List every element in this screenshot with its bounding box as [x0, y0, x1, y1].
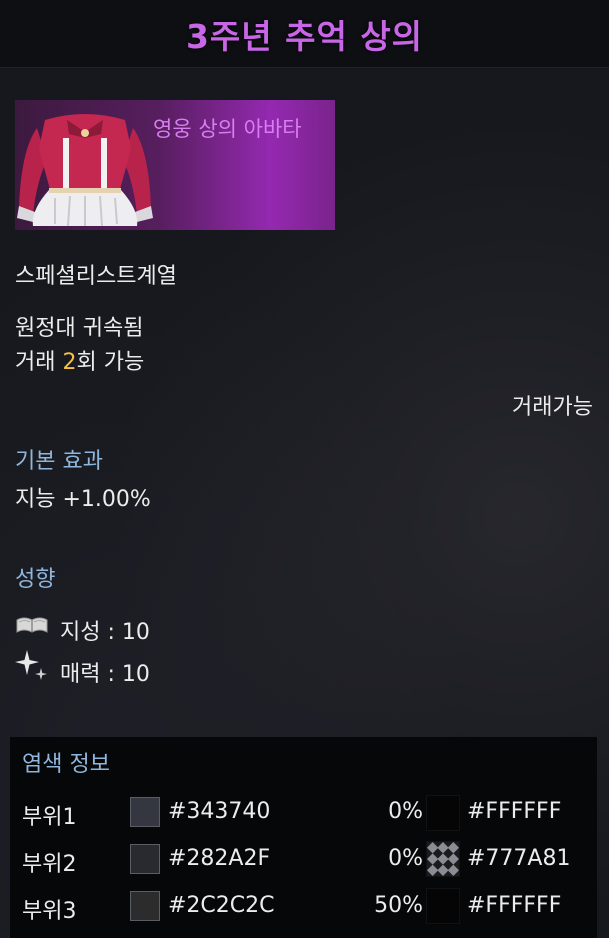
diamond-pattern-icon: [426, 841, 460, 877]
item-title: 3주년 추억 상의: [185, 16, 424, 56]
dye-pattern-swatch: [426, 795, 460, 831]
tendency-charm: 매력 : 10: [60, 662, 150, 687]
class-restriction: 스페셜리스트계열: [15, 264, 177, 289]
dye-percent: 0%: [388, 846, 423, 871]
base-effect-heading: 기본 효과: [15, 449, 103, 474]
trade-suffix: 회 가능: [76, 350, 145, 375]
base-effect-stat: 지능 +1.00%: [15, 487, 151, 512]
dye-pattern-hex: #FFFFFF: [467, 799, 562, 824]
dye-color-hex: #343740: [168, 799, 271, 824]
dye-part-label: 부위2: [22, 852, 77, 877]
tendency-heading: 성향: [15, 567, 56, 592]
dye-color-swatch: [130, 844, 160, 874]
bind-status: 원정대 귀속됨: [15, 316, 144, 341]
title-bar: 3주년 추억 상의: [0, 0, 609, 68]
tendency-intellect: 지성 : 10: [60, 620, 150, 645]
dye-color-swatch: [130, 891, 160, 921]
trade-count: 2: [62, 350, 77, 375]
item-grade-label: 영웅 상의 아바타: [153, 117, 302, 141]
dye-part-label: 부위1: [22, 805, 77, 830]
dye-part-label: 부위3: [22, 899, 77, 924]
trade-prefix: 거래: [15, 350, 63, 375]
dye-percent: 0%: [388, 799, 423, 824]
dye-pattern-swatch: [426, 888, 460, 924]
dye-percent: 50%: [374, 893, 423, 918]
dye-info-heading: 염색 정보: [22, 752, 110, 777]
avatar-top-icon: [17, 114, 153, 227]
dye-pattern-hex: #777A81: [467, 846, 571, 871]
book-icon: [16, 617, 48, 633]
trade-info: 거래 2회 가능: [15, 344, 144, 376]
dye-color-hex: #282A2F: [168, 846, 271, 871]
dye-color-swatch: [130, 797, 160, 827]
sparkle-icon: [15, 650, 47, 680]
tradeable-label: 거래가능: [512, 395, 593, 420]
dye-pattern-hex: #FFFFFF: [467, 893, 562, 918]
dye-color-hex: #2C2C2C: [168, 893, 275, 918]
